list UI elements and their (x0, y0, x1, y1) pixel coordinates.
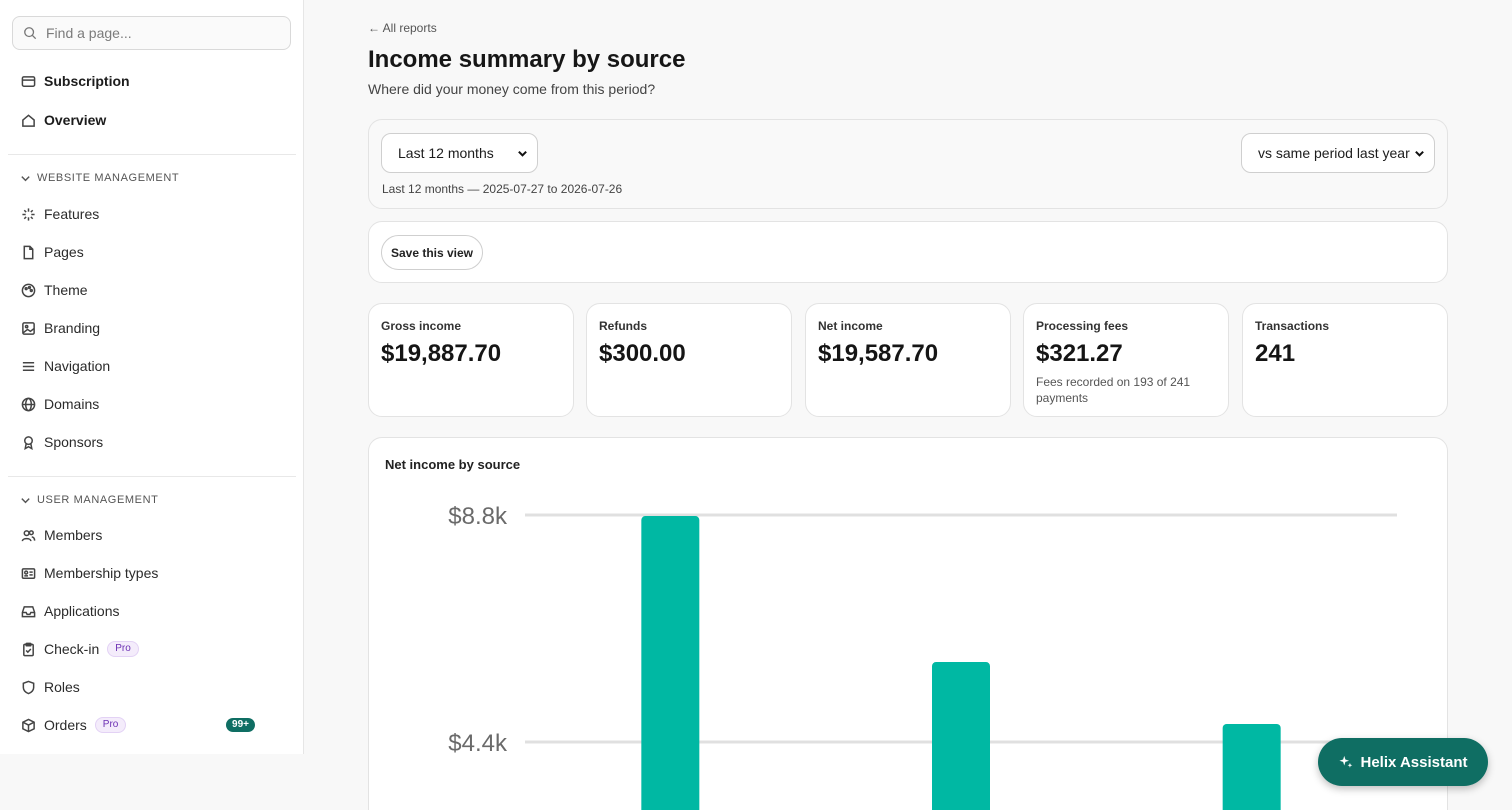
chevron-down-icon (21, 497, 30, 503)
shield-icon (20, 679, 36, 695)
section-user-management[interactable]: USER MANAGEMENT (20, 494, 158, 506)
kpi-label: Gross income (381, 319, 462, 333)
net-income-bar-chart: $8.8k $4.4k (448, 503, 1397, 810)
kpi-net-income: Net income $19,587.70 (805, 303, 1011, 417)
sidebar-item-label: Domains (44, 396, 100, 412)
id-card-icon (20, 565, 36, 581)
kpi-refunds: Refunds $300.00 (586, 303, 792, 417)
kpi-value: 241 (1255, 340, 1296, 367)
sparkle-icon (1338, 755, 1352, 768)
kpi-value: $19,887.70 (381, 340, 502, 367)
kpi-note: Fees recorded on 193 of 241 payments (1036, 375, 1191, 405)
kpi-value: $321.27 (1036, 340, 1123, 367)
sidebar-item-label: Orders (44, 717, 87, 733)
chart-bar[interactable] (641, 516, 700, 810)
pro-badge: Pro (107, 641, 139, 657)
sidebar-item-sponsors[interactable]: Sponsors (20, 430, 280, 454)
sidebar-item-label: Applications (44, 603, 120, 619)
sidebar-item-check-in[interactable]: Check-in Pro (20, 637, 280, 661)
sidebar-item-label: Membership types (44, 565, 159, 581)
page-title: Income summary by source (368, 46, 686, 73)
y-tick-label: $8.8k (448, 503, 508, 530)
chevron-down-icon (518, 150, 527, 157)
sidebar-item-label: Features (44, 206, 100, 222)
box-icon (20, 717, 36, 733)
users-icon (20, 527, 36, 543)
sidebar-item-applications[interactable]: Applications (20, 599, 280, 623)
kpi-label: Net income (818, 319, 883, 333)
sidebar-item-subscription[interactable]: Subscription (20, 69, 280, 93)
sidebar-item-label: Members (44, 527, 103, 543)
sidebar-item-label: Theme (44, 282, 88, 298)
palette-icon (20, 282, 36, 298)
sidebar-item-label: Overview (44, 112, 107, 128)
chevron-down-icon (1415, 150, 1424, 157)
save-view-card: Save this view (368, 221, 1448, 283)
home-icon (20, 112, 36, 128)
pro-badge: Pro (94, 717, 127, 733)
back-to-reports-link[interactable]: ← All reports (368, 21, 437, 35)
ribbon-icon (20, 434, 36, 450)
helix-assistant-button[interactable]: Helix Assistant (1318, 738, 1488, 786)
sidebar-item-label: Sponsors (44, 434, 104, 450)
date-range-note: Last 12 months — 2025-07-27 to 2026-07-2… (382, 182, 623, 196)
sidebar-item-roles[interactable]: Roles (20, 675, 280, 699)
sidebar-item-theme[interactable]: Theme (20, 278, 280, 302)
search-input[interactable] (46, 25, 266, 41)
clipboard-check-icon (20, 641, 36, 657)
sidebar-item-domains[interactable]: Domains (20, 392, 280, 416)
kpi-value: $300.00 (599, 340, 686, 367)
sidebar-item-navigation[interactable]: Navigation (20, 354, 280, 378)
sidebar-item-features[interactable]: Features (20, 202, 280, 226)
file-icon (20, 244, 36, 260)
sparkle-icon (20, 206, 36, 222)
kpi-value: $19,587.70 (818, 340, 939, 367)
sidebar-item-members[interactable]: Members (20, 523, 280, 547)
section-website-management[interactable]: WEBSITE MANAGEMENT (20, 172, 179, 184)
save-view-button[interactable]: Save this view (381, 235, 483, 270)
page-subtitle: Where did your money come from this peri… (368, 81, 656, 97)
sidebar-item-label: Pages (44, 244, 84, 260)
sidebar-divider (8, 154, 296, 155)
orders-count-badge: 99+ (226, 718, 255, 732)
search-icon (24, 27, 37, 40)
search-box[interactable] (12, 16, 291, 50)
image-icon (20, 320, 36, 336)
chart-bar[interactable] (1222, 723, 1281, 810)
period-select[interactable]: Last 12 months (381, 133, 538, 173)
card-icon (20, 73, 36, 89)
sidebar-item-label: Navigation (44, 358, 111, 374)
sidebar-item-label: Check-in (44, 641, 100, 657)
sidebar: Subscription Overview WEBSITE MANAGEMENT… (0, 0, 304, 754)
sidebar-item-label: Subscription (44, 73, 130, 89)
kpi-label: Refunds (599, 319, 647, 333)
kpi-gross-income: Gross income $19,887.70 (368, 303, 574, 417)
net-income-chart-card: Net income by source $8.8k $4.4k (368, 437, 1448, 810)
sidebar-item-branding[interactable]: Branding (20, 316, 280, 340)
chart-bar[interactable] (932, 662, 990, 810)
kpi-processing-fees: Processing fees $321.27 Fees recorded on… (1023, 303, 1229, 417)
sidebar-item-overview[interactable]: Overview (20, 108, 280, 132)
inbox-icon (20, 603, 36, 619)
kpi-label: Transactions (1255, 319, 1330, 333)
filter-card: Last 12 months vs same period last year … (368, 119, 1448, 209)
comparison-select[interactable]: vs same period last year (1241, 133, 1435, 173)
globe-icon (20, 396, 36, 412)
sidebar-item-label: Roles (44, 679, 80, 695)
kpi-label: Processing fees (1036, 319, 1129, 333)
kpi-transactions: Transactions 241 (1242, 303, 1448, 417)
sidebar-divider (8, 476, 296, 477)
sidebar-item-pages[interactable]: Pages (20, 240, 280, 264)
chevron-down-icon (21, 175, 30, 181)
sidebar-item-label: Branding (44, 320, 101, 336)
sidebar-item-membership-types[interactable]: Membership types (20, 561, 280, 585)
y-tick-label: $4.4k (448, 730, 508, 757)
menu-icon (20, 358, 36, 374)
sidebar-item-orders[interactable]: Orders Pro 99+ (20, 713, 280, 737)
